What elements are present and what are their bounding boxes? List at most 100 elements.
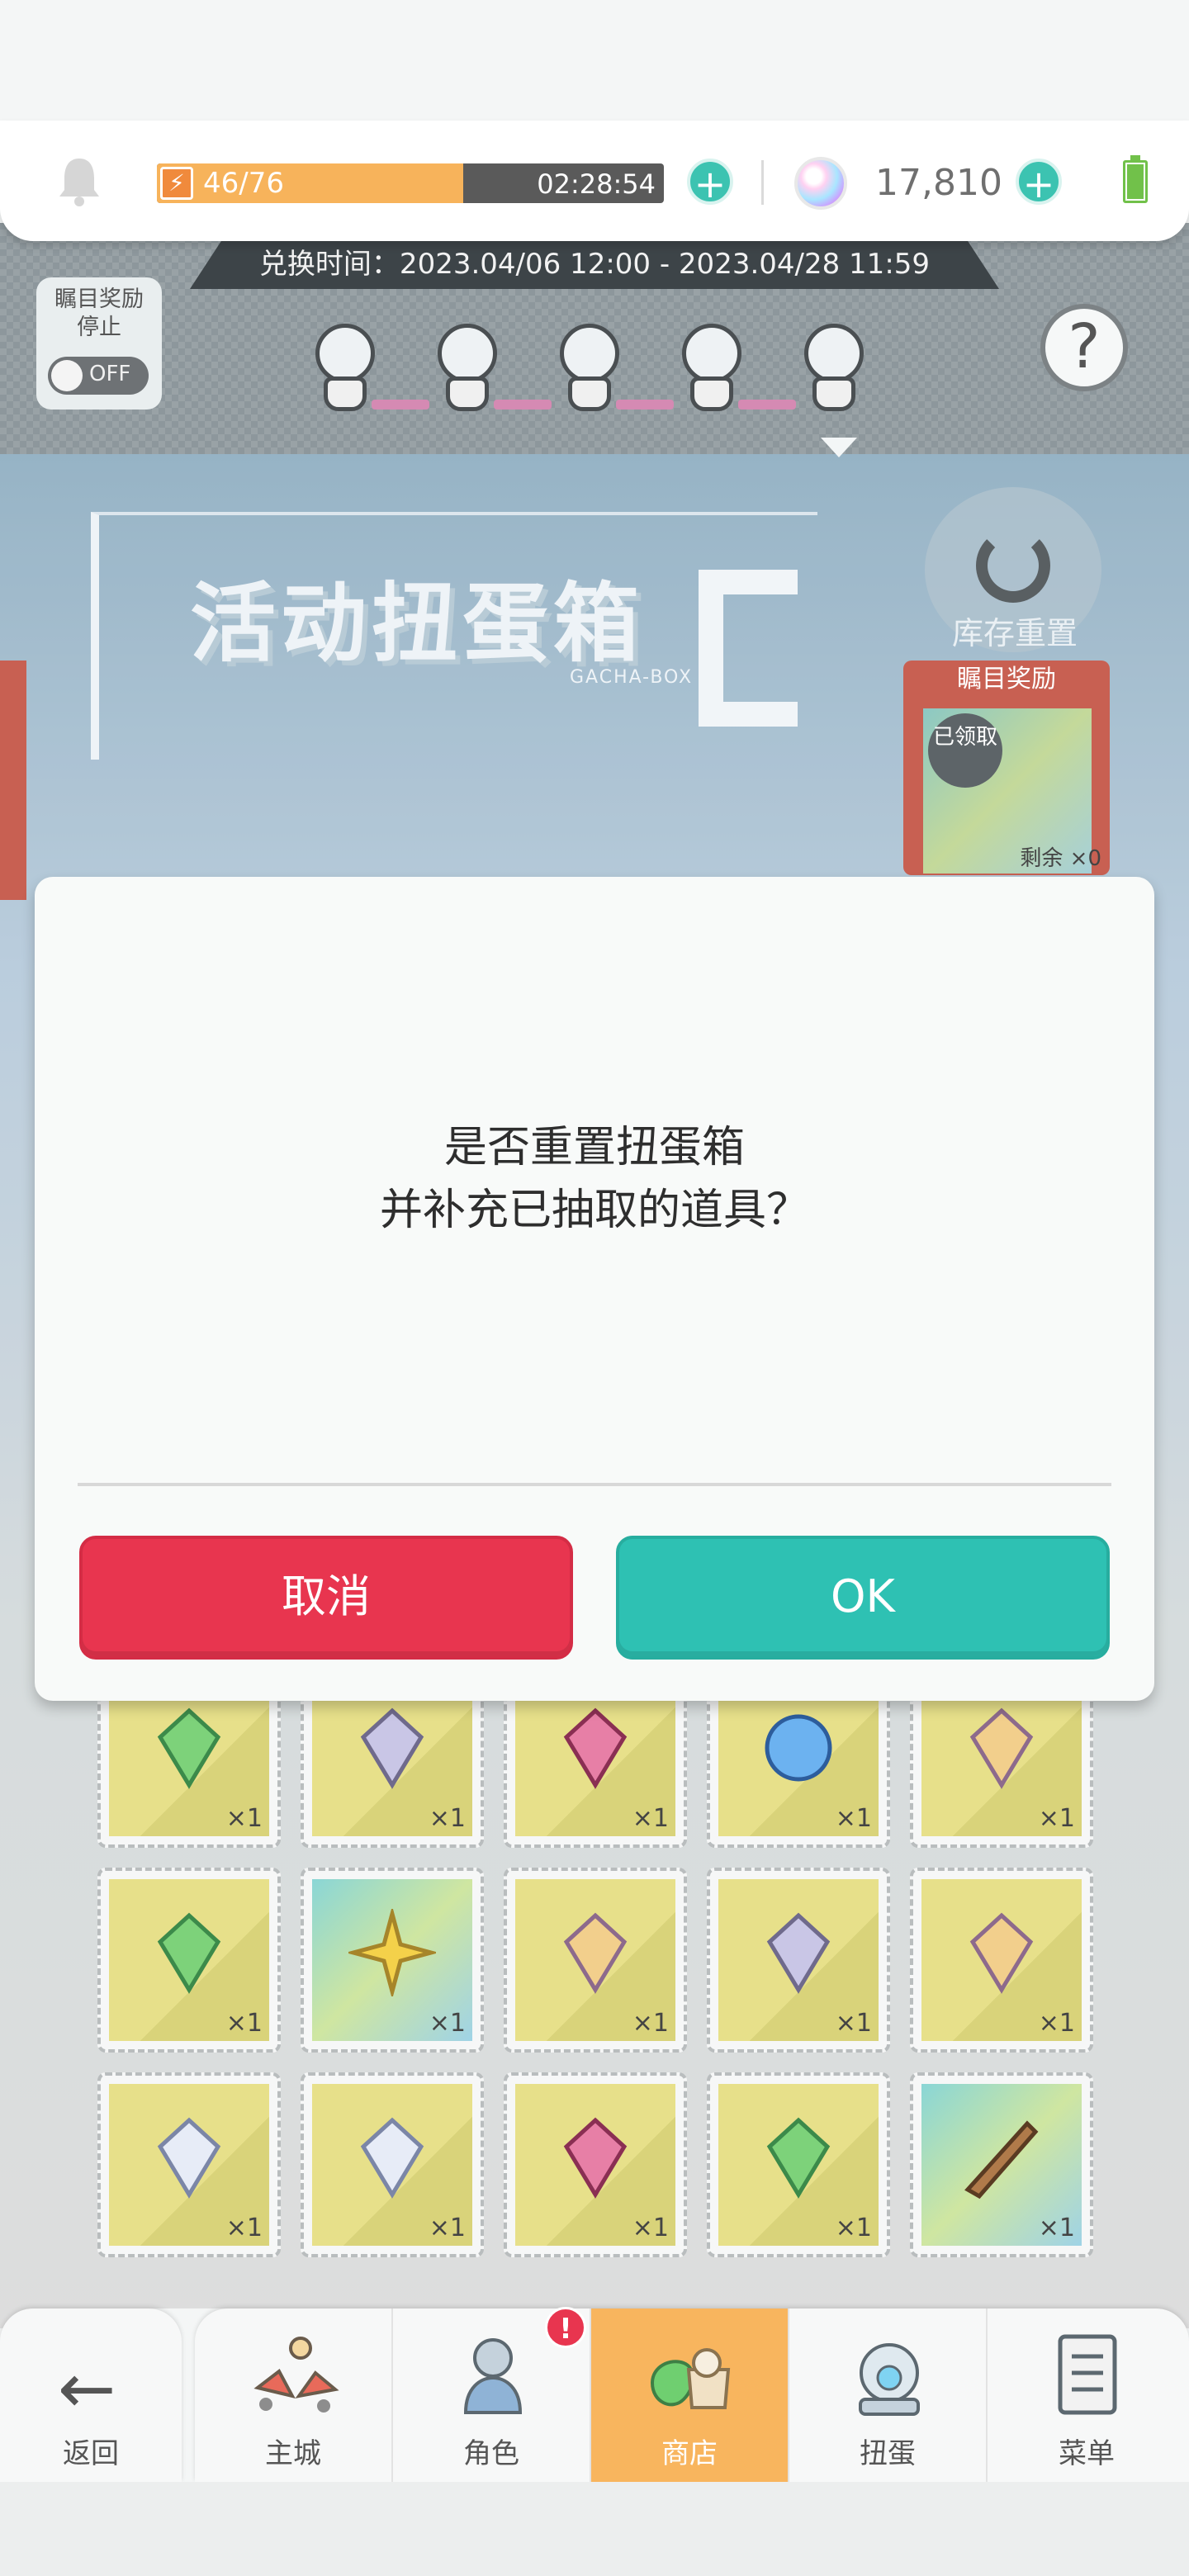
item-quantity: ×1 <box>835 2009 872 2038</box>
silver-gem-icon <box>766 1912 831 1994</box>
item-quantity: ×1 <box>1038 1804 1075 1833</box>
gold-emblem-icon <box>563 1912 628 1994</box>
nav-tabs: 主城 角色 商店 扭蛋 菜单 ! <box>195 2307 1189 2482</box>
green-crystal-icon <box>766 2117 831 2199</box>
gacha-icon <box>859 2343 920 2416</box>
progress-node-icon <box>803 324 865 414</box>
reset-inventory-label: 库存重置 <box>951 615 1078 651</box>
item-slot[interactable]: ×1 <box>301 2072 484 2257</box>
help-button[interactable]: ? <box>1040 304 1128 391</box>
add-stamina-button[interactable]: + <box>687 159 733 206</box>
item-quantity: ×1 <box>1038 2009 1075 2038</box>
item-quantity: ×1 <box>835 1804 872 1833</box>
shop-icon <box>650 2348 731 2409</box>
progress-node-icon <box>436 324 499 414</box>
tab-label: 商店 <box>661 2437 718 2470</box>
tab-town[interactable]: 主城 <box>195 2308 393 2482</box>
item-slot[interactable]: ×1 <box>504 1868 687 2053</box>
silver-gem-icon <box>360 1707 424 1789</box>
item-slot-background: ×1 <box>515 2084 675 2246</box>
back-arrow-icon: ← <box>58 2348 116 2429</box>
gold-emblem-icon <box>969 1707 1034 1789</box>
item-slot-background: ×1 <box>718 1879 879 2041</box>
dialog-message-line2: 并补充已抽取的道具？ <box>379 1186 809 1235</box>
item-quantity: ×1 <box>632 2009 669 2038</box>
event-title: 活动扭蛋箱 <box>190 573 645 674</box>
event-subtitle: GACHA-BOX <box>570 667 694 688</box>
item-slot[interactable]: ×1 <box>910 1868 1093 2053</box>
gold-star-icon <box>348 1909 436 1996</box>
current-node-indicator <box>821 438 857 457</box>
cancel-button[interactable]: 取消 <box>79 1536 573 1660</box>
progress-node-icon <box>680 324 743 414</box>
progress-link <box>372 400 429 410</box>
item-quantity: ×1 <box>632 2214 669 2242</box>
bottom-strip <box>0 2482 1189 2576</box>
status-bar: ⚡ 46/76 02:28:54 + 17,810 + <box>0 121 1189 241</box>
tab-label: 扭蛋 <box>860 2437 916 2470</box>
item-slot-background: ×1 <box>109 1879 269 2041</box>
item-quantity: ×1 <box>1038 2214 1075 2242</box>
tab-shop[interactable]: 商店 <box>591 2308 789 2482</box>
item-slot[interactable]: ×1 <box>707 1868 890 2053</box>
reset-inventory-button[interactable]: 库存重置 <box>925 487 1101 652</box>
item-slot[interactable]: ×1 <box>707 2072 890 2257</box>
progress-node-icon <box>558 324 621 414</box>
pink-crystal-icon <box>563 2117 628 2199</box>
item-quantity: ×1 <box>632 1804 669 1833</box>
character-icon <box>463 2338 523 2414</box>
bottom-nav: ← 返回 主城 角色 商店 扭蛋 菜单 ! <box>0 2307 1189 2482</box>
add-gems-button[interactable]: + <box>1016 159 1062 206</box>
lightning-icon: ⚡ <box>160 167 193 200</box>
progress-link <box>738 400 796 410</box>
dialog-divider <box>78 1483 1111 1486</box>
divider <box>761 160 764 205</box>
reset-confirm-dialog: 是否重置扭蛋箱 并补充已抽取的道具？ 取消 OK <box>35 877 1154 1701</box>
title-decoration <box>699 570 798 727</box>
auto-reward-box: 瞩目奖励 停止 OFF <box>36 277 162 410</box>
tab-menu[interactable]: 菜单 <box>988 2308 1186 2482</box>
auto-reward-toggle[interactable]: OFF <box>48 357 149 395</box>
side-card-edge <box>0 661 26 900</box>
gacha-progress-nodes <box>314 324 875 431</box>
item-slot-background: ×1 <box>312 1879 472 2041</box>
tab-label: 角色 <box>463 2437 519 2470</box>
item-quantity: ×1 <box>835 2214 872 2242</box>
featured-reward-card[interactable]: 瞩目奖励 已领取 剩余 ×0 <box>903 661 1110 875</box>
item-slot[interactable]: ×1 <box>301 1868 484 2053</box>
progress-link <box>616 400 674 410</box>
auto-reward-label: 瞩目奖励 停止 <box>54 286 144 340</box>
gem-orb-icon <box>794 157 847 210</box>
bell-icon[interactable] <box>54 154 104 206</box>
toggle-knob <box>51 360 83 391</box>
item-slot[interactable]: ×1 <box>97 2072 281 2257</box>
white-crystal-icon <box>360 2117 424 2199</box>
item-slot-background: ×1 <box>921 1879 1082 2041</box>
gem-count: 17,810 <box>875 162 1002 204</box>
pink-crystal-icon <box>563 1707 628 1789</box>
gold-emblem-icon <box>969 1912 1034 1994</box>
stamina-bar: ⚡ 46/76 02:28:54 <box>157 163 664 203</box>
item-slot[interactable]: ×1 <box>910 2072 1093 2257</box>
item-slot[interactable]: ×1 <box>97 1868 281 2053</box>
toggle-state: OFF <box>89 362 131 386</box>
item-slot-background: ×1 <box>921 2084 1082 2246</box>
exchange-time-banner: 兑换时间：2023.04/06 12:00 - 2023.04/28 11:59 <box>190 239 999 289</box>
item-slot-background: ×1 <box>312 2084 472 2246</box>
item-slot-background: ×1 <box>718 2084 879 2246</box>
town-icon <box>253 2337 339 2413</box>
rocket-launcher-icon <box>964 2120 1039 2200</box>
tab-gacha[interactable]: 扭蛋 <box>789 2308 988 2482</box>
item-slot-background: ×1 <box>515 1879 675 2041</box>
white-crystal-icon <box>157 2117 221 2199</box>
item-quantity: ×1 <box>225 2214 263 2242</box>
stamina-value: 46/76 <box>203 167 284 200</box>
claimed-stamp: 已领取 <box>928 713 1002 788</box>
item-slot-background: ×1 <box>109 2084 269 2246</box>
item-slot[interactable]: ×1 <box>504 2072 687 2257</box>
back-label: 返回 <box>63 2437 119 2470</box>
tab-label: 菜单 <box>1059 2437 1115 2470</box>
back-button[interactable]: ← 返回 <box>0 2308 182 2482</box>
progress-node-icon <box>314 324 377 414</box>
ok-button[interactable]: OK <box>616 1536 1110 1660</box>
